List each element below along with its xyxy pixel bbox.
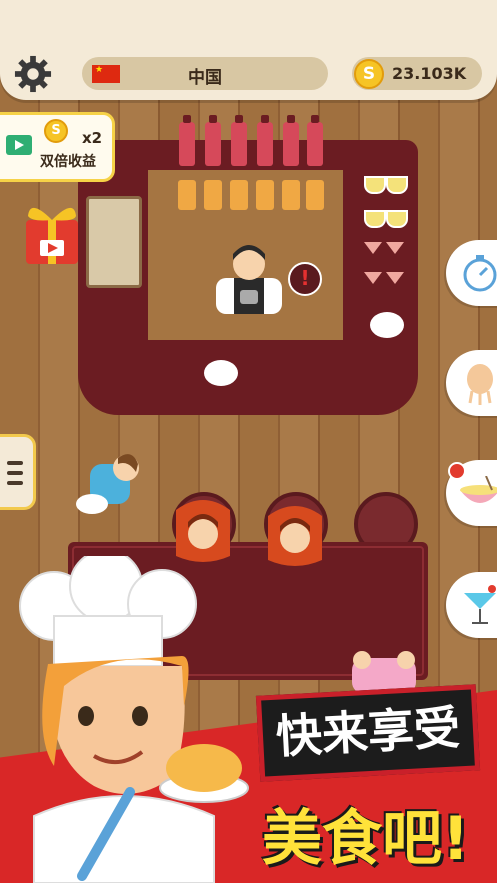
coin-value: 23.103K [392, 64, 467, 83]
plate [370, 312, 404, 338]
coin-balance: S 23.103K [352, 57, 482, 90]
tea-stand [86, 196, 142, 288]
coin-icon: S [44, 119, 68, 143]
chef-upgrade-icon [467, 364, 493, 405]
stopwatch-icon [463, 255, 497, 292]
waiter[interactable] [74, 446, 154, 522]
noodle-bowl-icon [460, 476, 497, 503]
multiplier-label: x2 [82, 129, 103, 147]
double-income-button[interactable]: S x2 双倍收益 [0, 112, 115, 182]
double-income-label: 双倍收益 [40, 154, 96, 170]
country-name: 中国 [188, 68, 222, 88]
chef-mascot [19, 556, 249, 883]
gift-icon[interactable] [22, 196, 82, 266]
coin-icon: S [354, 59, 384, 89]
cocktail-icon [464, 585, 496, 624]
country-selector[interactable]: ★ 中国 [82, 57, 328, 90]
bartender[interactable] [206, 238, 292, 318]
customer[interactable] [262, 496, 328, 572]
gear-icon[interactable] [14, 55, 52, 93]
top-bar: ★ 中国 S 23.103K [0, 0, 497, 100]
plate [204, 360, 238, 386]
menu-button[interactable] [0, 434, 36, 510]
slogan-line-1: 快来享受 [255, 684, 481, 782]
video-icon [6, 135, 32, 155]
slogan-line-2: 美食吧! [262, 804, 470, 874]
alert-badge[interactable]: ! [288, 262, 322, 296]
